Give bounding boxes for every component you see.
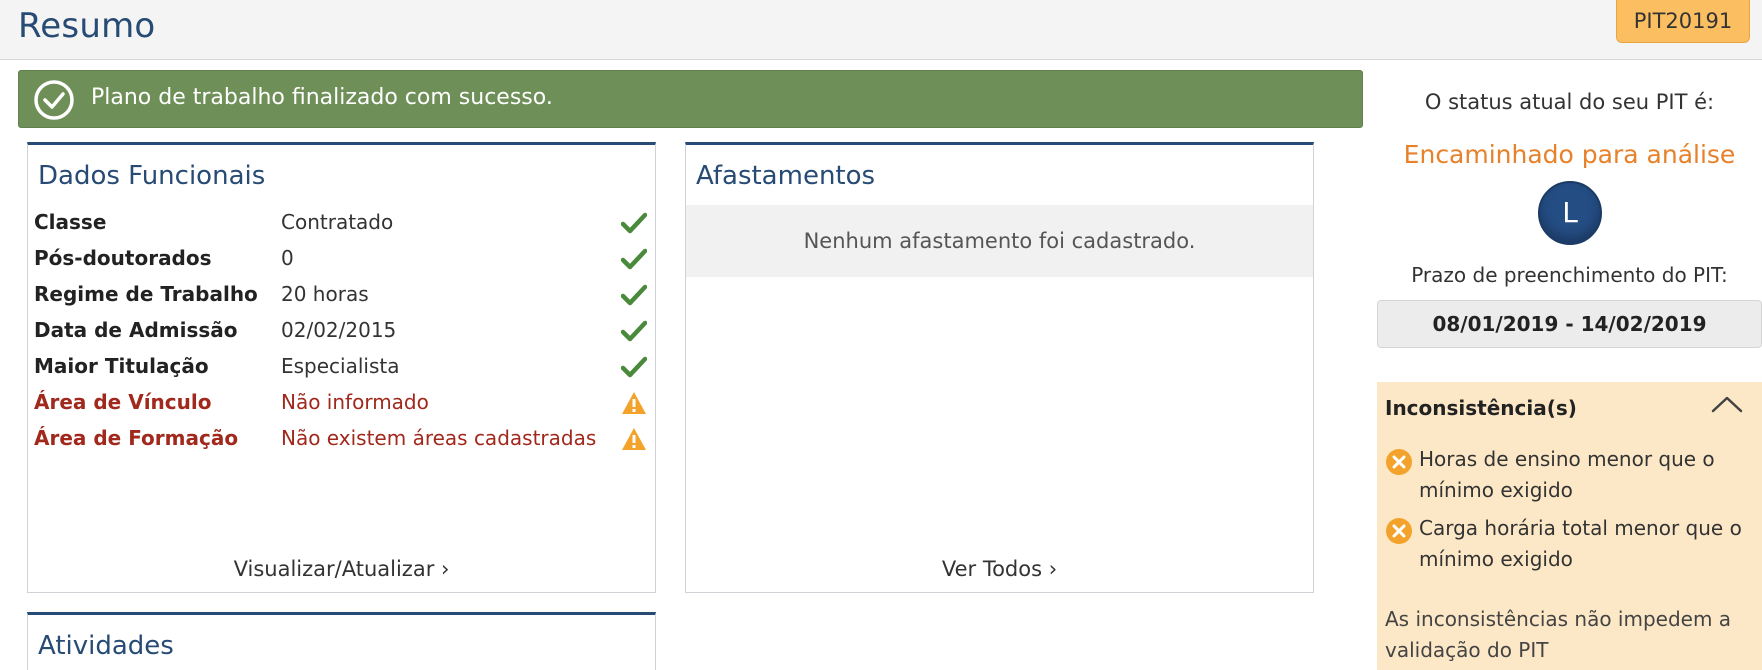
- row-value: Não informado: [281, 390, 429, 414]
- row-label: Área de Vínculo: [34, 390, 212, 414]
- check-circle-icon: [34, 80, 74, 120]
- row-label: Área de Formação: [34, 426, 239, 450]
- deadline-range: 08/01/2019 - 14/02/2019: [1377, 300, 1762, 348]
- inconsistencia-text: Carga horária total menor que o mínimo e…: [1419, 516, 1742, 571]
- row-value: 02/02/2015: [281, 318, 397, 342]
- success-alert: Plano de trabalho finalizado com sucesso…: [18, 70, 1363, 128]
- data-row-area-formacao: Área de Formação Não existem áreas cadas…: [28, 420, 655, 456]
- inconsistencia-item: Horas de ensino menor que o mínimo exigi…: [1385, 444, 1745, 504]
- deadline-caption: Prazo de preenchimento do PIT:: [1411, 263, 1728, 287]
- inconsistencia-text: Horas de ensino menor que o mínimo exigi…: [1419, 447, 1715, 502]
- inconsistencias-panel: Inconsistência(s) Horas de ensino menor …: [1377, 382, 1762, 670]
- panel-title: Dados Funcionais: [38, 161, 266, 191]
- page-title: Resumo: [18, 6, 156, 46]
- check-icon: [621, 212, 647, 234]
- row-value: Especialista: [281, 354, 400, 378]
- check-icon: [621, 356, 647, 378]
- row-value: Não existem áreas cadastradas: [281, 426, 597, 450]
- row-label: Classe: [34, 210, 107, 234]
- pit-code-badge[interactable]: PIT20191: [1616, 0, 1750, 43]
- visualizar-atualizar-link[interactable]: Visualizar/Atualizar ›: [28, 557, 655, 581]
- empty-state-message: Nenhum afastamento foi cadastrado.: [686, 205, 1313, 277]
- inconsistencias-note: As inconsistências não impedem a validaç…: [1385, 607, 1732, 662]
- panel-title: Atividades: [38, 631, 174, 661]
- page: Resumo PIT20191 Plano de trabalho finali…: [0, 0, 1762, 670]
- check-icon: [621, 284, 647, 306]
- page-header: Resumo PIT20191: [0, 0, 1762, 60]
- atividades-panel: Atividades: [27, 612, 656, 670]
- error-x-icon: [1386, 449, 1412, 475]
- ver-todos-link[interactable]: Ver Todos ›: [686, 557, 1313, 581]
- avatar: L: [1538, 181, 1602, 245]
- row-label: Pós-doutorados: [34, 246, 212, 270]
- status-caption: O status atual do seu PIT é:: [1424, 90, 1715, 114]
- dados-funcionais-panel: Dados Funcionais Classe Contratado Pós-d…: [27, 142, 656, 593]
- data-row-regime: Regime de Trabalho 20 horas: [28, 276, 655, 312]
- row-value: Contratado: [281, 210, 394, 234]
- data-row-admissao: Data de Admissão 02/02/2015: [28, 312, 655, 348]
- error-x-icon: [1386, 518, 1412, 544]
- data-row-area-vinculo: Área de Vínculo Não informado: [28, 384, 655, 420]
- status-value: Encaminhado para análise: [1403, 140, 1736, 169]
- data-row-titulacao: Maior Titulação Especialista: [28, 348, 655, 384]
- row-label: Regime de Trabalho: [34, 282, 258, 306]
- check-icon: [621, 248, 647, 270]
- alert-message: Plano de trabalho finalizado com sucesso…: [91, 85, 553, 110]
- warning-icon: [622, 392, 646, 414]
- afastamentos-panel: Afastamentos Nenhum afastamento foi cada…: [685, 142, 1314, 593]
- panel-title: Afastamentos: [696, 161, 876, 191]
- inconsistencia-item: Carga horária total menor que o mínimo e…: [1385, 513, 1745, 573]
- check-icon: [621, 320, 647, 342]
- inconsistencias-title: Inconsistência(s): [1385, 396, 1577, 420]
- row-label: Maior Titulação: [34, 354, 209, 378]
- warning-icon: [622, 428, 646, 450]
- status-sidebar: O status atual do seu PIT é: Encaminhado…: [1377, 60, 1762, 670]
- data-row-pos-doutorados: Pós-doutorados 0: [28, 240, 655, 276]
- row-value: 20 horas: [281, 282, 369, 306]
- chevron-up-icon[interactable]: [1710, 392, 1744, 416]
- row-value: 0: [281, 246, 294, 270]
- row-label: Data de Admissão: [34, 318, 238, 342]
- data-row-classe: Classe Contratado: [28, 204, 655, 240]
